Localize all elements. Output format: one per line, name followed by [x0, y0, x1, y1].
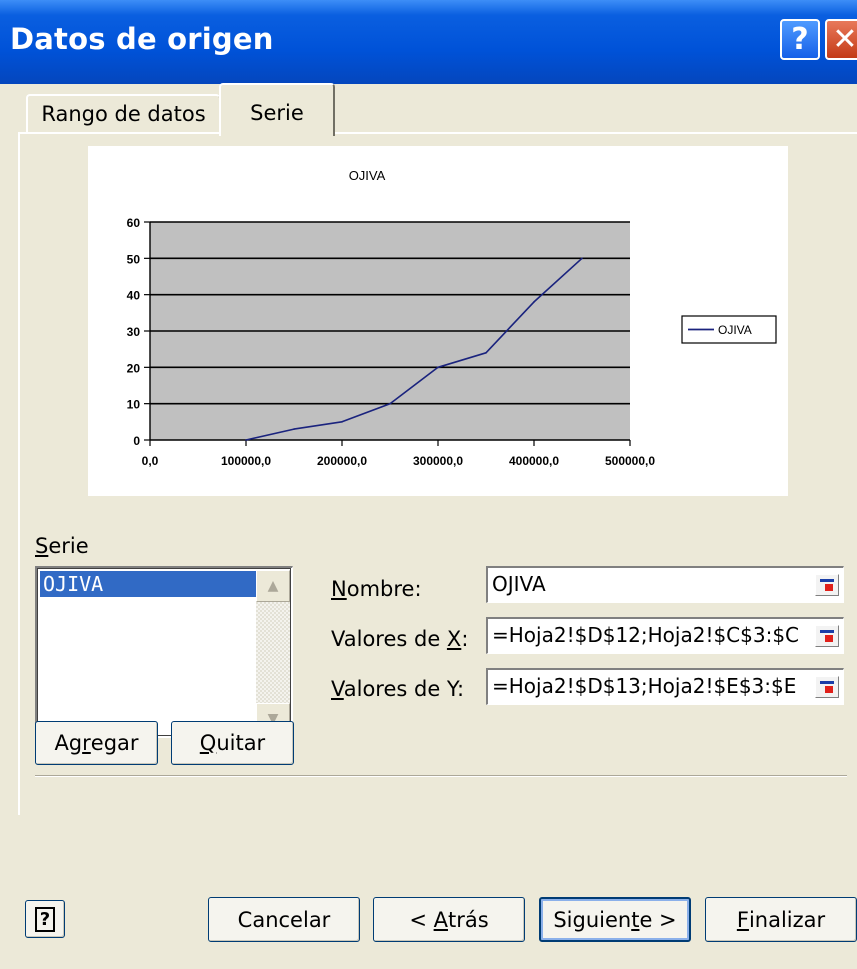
nombre-label: Nombre: [331, 577, 422, 601]
series-scrollbar[interactable]: ▲ ▼ [256, 570, 290, 735]
data-point [437, 366, 439, 369]
data-point [389, 402, 391, 405]
y-tick-label: 0 [133, 434, 140, 448]
back-button[interactable]: < Atrás [373, 897, 525, 942]
help-icon: ? [791, 22, 809, 57]
legend-label: OJIVA [718, 323, 752, 337]
data-point [485, 352, 487, 354]
chart-preview: OJIVA 0 10 20 30 40 50 60 0,0 100000,0 200000,0 300… [88, 146, 788, 496]
x-tick-label: 400000,0 [509, 454, 559, 468]
x-tick-label: 500000,0 [605, 454, 655, 468]
close-button[interactable]: ✕ [825, 19, 857, 60]
nombre-field[interactable]: OJIVA [486, 566, 844, 603]
y-tick-label: 40 [127, 289, 141, 303]
next-button[interactable]: Siguien t e > [539, 897, 691, 942]
data-point [245, 439, 247, 441]
title-bar: Datos de origen ? ✕ [0, 0, 857, 84]
finish-button[interactable]: Finalizar [705, 897, 857, 942]
help-icon: ? [34, 906, 56, 932]
tab-serie[interactable]: Serie [219, 83, 335, 136]
close-icon: ✕ [832, 22, 857, 57]
valores-x-field[interactable]: =Hoja2!$D$12;Hoja2!$C$3:$C [486, 617, 844, 654]
range-select-icon[interactable] [815, 676, 839, 698]
serie-label: Serie [35, 534, 89, 558]
range-select-icon[interactable] [815, 574, 839, 596]
y-tick-label: 10 [127, 398, 141, 412]
cancel-button[interactable]: Cancelar [208, 897, 360, 942]
valores-y-label: Valores de Y: [331, 677, 465, 701]
tab-rango-de-datos[interactable]: Rango de datos [26, 94, 220, 134]
arrow-up-icon: ▲ [267, 578, 279, 594]
y-tick-label: 20 [127, 361, 141, 375]
y-tick-label: 60 [127, 216, 141, 230]
x-tick-label: 200000,0 [317, 454, 367, 468]
y-tick-label: 30 [127, 325, 141, 339]
series-listbox[interactable]: OJIVA ▲ ▼ [35, 566, 293, 738]
chart-svg: OJIVA 0 10 20 30 40 50 60 0,0 100000,0 200000,0 300… [127, 168, 777, 468]
x-tick-label: 100000,0 [221, 454, 271, 468]
data-point [533, 301, 535, 303]
help-assistant-button[interactable]: ? [25, 900, 65, 938]
remove-series-button[interactable]: Quitar [171, 721, 294, 765]
range-select-icon[interactable] [815, 625, 839, 647]
x-tick-label: 0,0 [142, 454, 159, 468]
data-point [293, 428, 295, 430]
series-list-item[interactable]: OJIVA [40, 571, 256, 597]
valores-x-label: Valores de X: [331, 627, 469, 651]
divider [35, 775, 847, 777]
help-button[interactable]: ? [780, 19, 820, 60]
add-series-button[interactable]: Ag r egar [35, 721, 158, 765]
data-point [341, 421, 343, 423]
window-title: Datos de origen [10, 22, 274, 56]
scroll-up-button[interactable]: ▲ [256, 570, 290, 602]
y-tick-label: 50 [127, 252, 141, 266]
valores-y-field[interactable]: =Hoja2!$D$13;Hoja2!$E$3:$E [486, 668, 844, 705]
data-point [581, 257, 583, 260]
chart-title: OJIVA [349, 168, 386, 183]
x-tick-label: 300000,0 [413, 454, 463, 468]
